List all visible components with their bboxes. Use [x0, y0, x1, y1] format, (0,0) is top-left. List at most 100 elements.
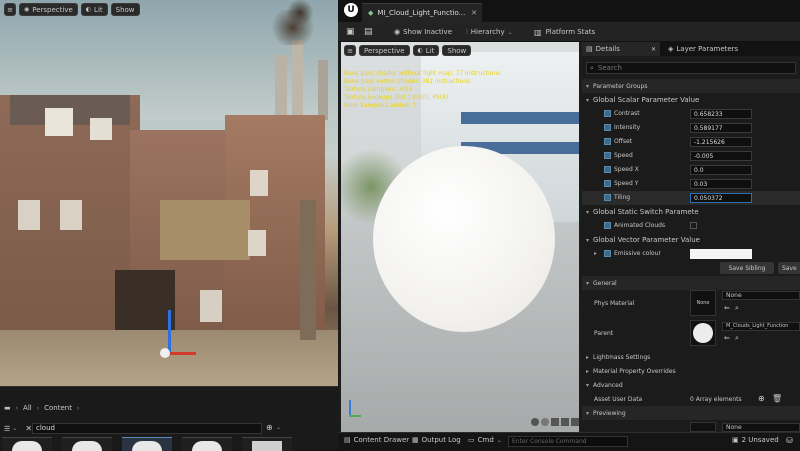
cmd-dropdown[interactable]: ▭ Cmd ⌄: [468, 436, 502, 444]
vector-group-header[interactable]: ▾ Global Vector Parameter Value: [582, 233, 800, 247]
material-property-overrides-header[interactable]: ▸ Material Property Overrides: [582, 364, 800, 378]
param-value-input[interactable]: 0.0: [690, 165, 752, 175]
use-selected-icon[interactable]: ⇐: [724, 304, 730, 312]
override-checkbox[interactable]: [604, 180, 611, 187]
param-value-input[interactable]: -1.215626: [690, 137, 752, 147]
override-checkbox[interactable]: [604, 222, 611, 229]
override-checkbox[interactable]: [604, 250, 611, 257]
close-icon[interactable]: ✕: [651, 46, 656, 53]
breadcrumb-all[interactable]: All: [23, 404, 32, 412]
browse-asset-icon[interactable]: ⌕: [735, 304, 739, 313]
perspective-button[interactable]: ◉ Perspective: [19, 3, 78, 16]
asset-thumbnail[interactable]: [62, 437, 112, 451]
source-control-icon[interactable]: ⛁: [786, 436, 793, 445]
output-log-button[interactable]: ▦ Output Log: [412, 436, 461, 444]
preview-show-button[interactable]: Show: [442, 45, 472, 56]
lit-button[interactable]: ◐ Lit: [80, 3, 108, 16]
override-checkbox[interactable]: [604, 152, 611, 159]
scalar-group-header[interactable]: ▾ Global Scalar Parameter Value: [582, 93, 800, 107]
editor-toolbar: ▣ ▤ ◉ Show Inactive ⫶ Hierarchy ⌄ ▥ Plat…: [338, 22, 800, 42]
browse-icon[interactable]: ▤: [364, 27, 373, 37]
folder-icon[interactable]: ▬: [4, 404, 11, 412]
override-checkbox[interactable]: [604, 194, 611, 201]
parent-dropdown[interactable]: M_Clouds_Light_Function: [722, 322, 800, 331]
tab-material-instance[interactable]: ◆ MI_Cloud_Light_Functio... ✕: [362, 3, 482, 22]
delete-icon[interactable]: 🗑: [772, 394, 782, 403]
param-value-input[interactable]: 0.050372: [690, 193, 752, 203]
save-icon[interactable]: ▣: [346, 27, 355, 37]
filter-icon[interactable]: ☰: [4, 425, 10, 433]
chevron-down-icon[interactable]: ⌄: [12, 425, 17, 432]
override-checkbox[interactable]: [604, 138, 611, 145]
preview-menu-button[interactable]: ≡: [344, 45, 356, 56]
show-inactive-button[interactable]: ◉ Show Inactive: [394, 25, 452, 39]
cube-icon[interactable]: [561, 418, 569, 426]
parameter-groups-header[interactable]: ▾ Parameter Groups: [582, 79, 800, 93]
asset-thumbnail[interactable]: [2, 437, 52, 451]
add-element-icon[interactable]: ⊕: [758, 394, 765, 403]
param-value-input[interactable]: 0.658233: [690, 109, 752, 119]
override-checkbox[interactable]: [604, 166, 611, 173]
save-child-button[interactable]: Save: [778, 262, 800, 274]
dormer-window: [45, 108, 73, 136]
stats-line: Base pass vertex shader: 382 instruction…: [344, 78, 471, 85]
hierarchy-button[interactable]: ⫶ Hierarchy ⌄: [466, 25, 513, 39]
viewport-menu-button[interactable]: ≡: [4, 3, 16, 16]
teapot-icon[interactable]: [571, 418, 579, 426]
layers-icon: ◈: [668, 45, 674, 53]
tab-details[interactable]: ▤ Details ✕: [582, 42, 660, 56]
show-button[interactable]: Show: [110, 3, 140, 16]
cylinder-icon[interactable]: [531, 418, 539, 426]
preview-lit-button[interactable]: ◐ Lit: [412, 45, 440, 56]
param-value-input[interactable]: 0.03: [690, 179, 752, 189]
phys-material-thumbnail[interactable]: None: [690, 290, 716, 316]
material-preview-viewport[interactable]: ≡ Perspective ◐ Lit Show Base pass shader…: [341, 42, 579, 432]
previewing-dropdown[interactable]: None: [722, 423, 800, 432]
static-switch-group-header[interactable]: ▾ Global Static Switch Paramete: [582, 205, 800, 219]
chevron-down-icon[interactable]: ⌄: [276, 424, 281, 431]
gizmo-pivot[interactable]: [160, 348, 170, 358]
previewing-header[interactable]: ▾ Previewing: [582, 406, 800, 420]
preview-perspective-button[interactable]: Perspective: [359, 45, 410, 56]
clear-search-icon[interactable]: ✕: [25, 424, 32, 433]
phys-material-dropdown[interactable]: None: [722, 291, 800, 300]
parent-thumbnail[interactable]: [690, 320, 716, 346]
sphere-icon[interactable]: [541, 418, 549, 426]
chevron-right-icon[interactable]: ▸: [594, 250, 597, 257]
asset-thumbnail[interactable]: [122, 437, 172, 451]
content-drawer-button[interactable]: ▤ Content Drawer: [344, 436, 409, 444]
asset-thumbnail[interactable]: [242, 437, 292, 451]
close-icon[interactable]: ✕: [471, 9, 477, 17]
asset-thumbnail[interactable]: [182, 437, 232, 451]
gizmo-x-axis[interactable]: [168, 352, 196, 355]
window: [250, 170, 268, 196]
animated-clouds-checkbox[interactable]: [690, 222, 697, 229]
save-sibling-button[interactable]: Save Sibling: [720, 262, 774, 274]
param-row-tiling: Tiling 0.050372: [582, 191, 800, 205]
emissive-colour-swatch[interactable]: [690, 249, 752, 259]
param-value-input[interactable]: 0.589177: [690, 123, 752, 133]
level-viewport[interactable]: ≡ ◉ Perspective ◐ Lit Show: [0, 0, 338, 386]
lightmass-settings-header[interactable]: ▸ Lightmass Settings: [582, 350, 800, 364]
param-row-speed-x: Speed X 0.0: [582, 163, 800, 177]
override-checkbox[interactable]: [604, 124, 611, 131]
browse-asset-icon[interactable]: ⌕: [735, 334, 739, 343]
search-input[interactable]: cloud: [32, 423, 262, 434]
details-search-input[interactable]: ⌕ Search: [586, 62, 796, 74]
general-header[interactable]: ▾ General: [582, 276, 800, 290]
gizmo-z-axis[interactable]: [168, 310, 171, 355]
platform-stats-button[interactable]: ▥ Platform Stats: [534, 25, 595, 39]
advanced-header[interactable]: ▾ Advanced: [582, 378, 800, 392]
tab-layer-parameters[interactable]: ◈ Layer Parameters: [664, 42, 774, 56]
use-selected-icon[interactable]: ⇐: [724, 334, 730, 342]
unsaved-button[interactable]: ▣ 2 Unsaved: [732, 436, 779, 444]
plane-icon[interactable]: [551, 418, 559, 426]
breadcrumb-content[interactable]: Content: [44, 404, 72, 412]
unreal-logo-icon[interactable]: U: [344, 3, 358, 17]
param-value-input[interactable]: -0.005: [690, 151, 752, 161]
console-command-input[interactable]: Enter Console Command: [508, 436, 628, 447]
tab-title: MI_Cloud_Light_Functio...: [377, 9, 466, 17]
override-checkbox[interactable]: [604, 110, 611, 117]
add-filter-icon[interactable]: ⊕: [266, 423, 273, 432]
previewing-thumbnail[interactable]: [690, 422, 716, 432]
